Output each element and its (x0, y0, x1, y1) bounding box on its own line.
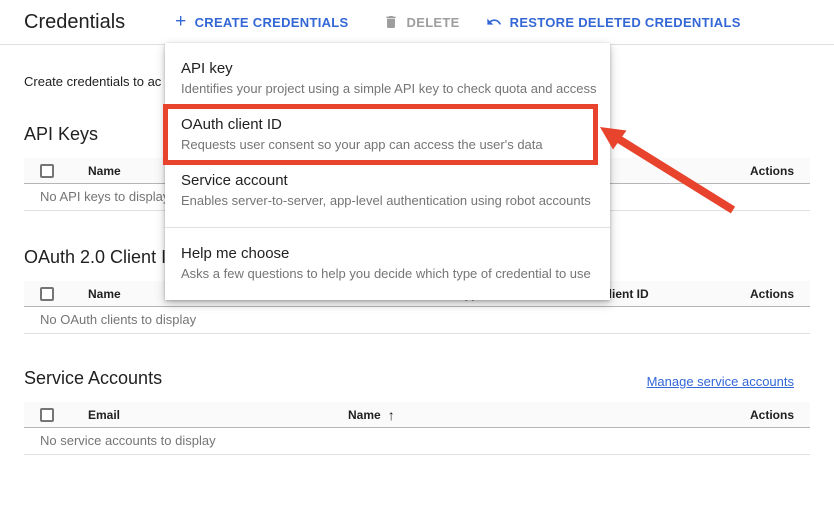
menu-item-oauth-client-id[interactable]: OAuth client ID Requests user consent so… (165, 107, 610, 163)
menu-item-help-me-choose[interactable]: Help me choose Asks a few questions to h… (165, 236, 610, 292)
column-header-actions: Actions (750, 408, 794, 422)
undo-arrow-icon (486, 14, 502, 30)
menu-item-description: Asks a few questions to help you decide … (181, 265, 594, 283)
service-accounts-table-header: Email Name ↑ Actions (24, 402, 810, 428)
menu-item-title: Service account (181, 171, 594, 191)
menu-item-description: Enables server-to-server, app-level auth… (181, 192, 594, 210)
menu-item-description: Requests user consent so your app can ac… (181, 136, 594, 154)
checkbox-icon[interactable] (40, 287, 54, 301)
column-header-actions: Actions (750, 164, 794, 178)
sort-ascending-icon[interactable]: ↑ (388, 407, 395, 423)
manage-service-accounts-link[interactable]: Manage service accounts (647, 374, 794, 389)
checkbox-icon[interactable] (40, 164, 54, 178)
menu-item-title: OAuth client ID (181, 115, 594, 135)
service-accounts-table: Email Name ↑ Actions No service accounts… (24, 402, 810, 455)
page-header: Credentials + CREATE CREDENTIALS DELETE … (0, 0, 834, 45)
select-all-checkbox[interactable] (40, 164, 54, 178)
delete-button[interactable]: DELETE (379, 8, 464, 36)
menu-item-api-key[interactable]: API key Identifies your project using a … (165, 51, 610, 107)
trash-icon (383, 14, 399, 30)
column-header-name[interactable]: Name (88, 287, 121, 301)
create-credentials-button[interactable]: + CREATE CREDENTIALS (171, 9, 352, 36)
create-credentials-label: CREATE CREDENTIALS (195, 15, 349, 30)
plus-icon: + (175, 15, 186, 29)
service-accounts-section-title: Service Accounts (24, 368, 162, 389)
restore-deleted-credentials-button[interactable]: RESTORE DELETED CREDENTIALS (482, 8, 745, 36)
menu-item-description: Identifies your project using a simple A… (181, 80, 594, 98)
delete-label: DELETE (407, 15, 460, 30)
column-header-actions: Actions (750, 287, 794, 301)
select-all-checkbox[interactable] (40, 287, 54, 301)
oauth-empty-row: No OAuth clients to display (24, 307, 810, 334)
create-credentials-menu: API key Identifies your project using a … (165, 43, 610, 300)
column-header-name[interactable]: Name (88, 164, 121, 178)
select-all-checkbox[interactable] (40, 408, 54, 422)
menu-item-title: API key (181, 59, 594, 79)
service-accounts-header-row: Service Accounts Manage service accounts (24, 368, 810, 389)
restore-label: RESTORE DELETED CREDENTIALS (510, 15, 741, 30)
menu-divider (165, 227, 610, 228)
name-label: Name (348, 408, 381, 422)
checkbox-icon[interactable] (40, 408, 54, 422)
menu-item-title: Help me choose (181, 244, 594, 264)
service-accounts-empty-row: No service accounts to display (24, 428, 810, 455)
column-header-name[interactable]: Name ↑ (348, 407, 395, 423)
column-header-email[interactable]: Email (88, 408, 120, 422)
menu-item-service-account[interactable]: Service account Enables server-to-server… (165, 163, 610, 219)
page-title: Credentials (24, 11, 125, 34)
